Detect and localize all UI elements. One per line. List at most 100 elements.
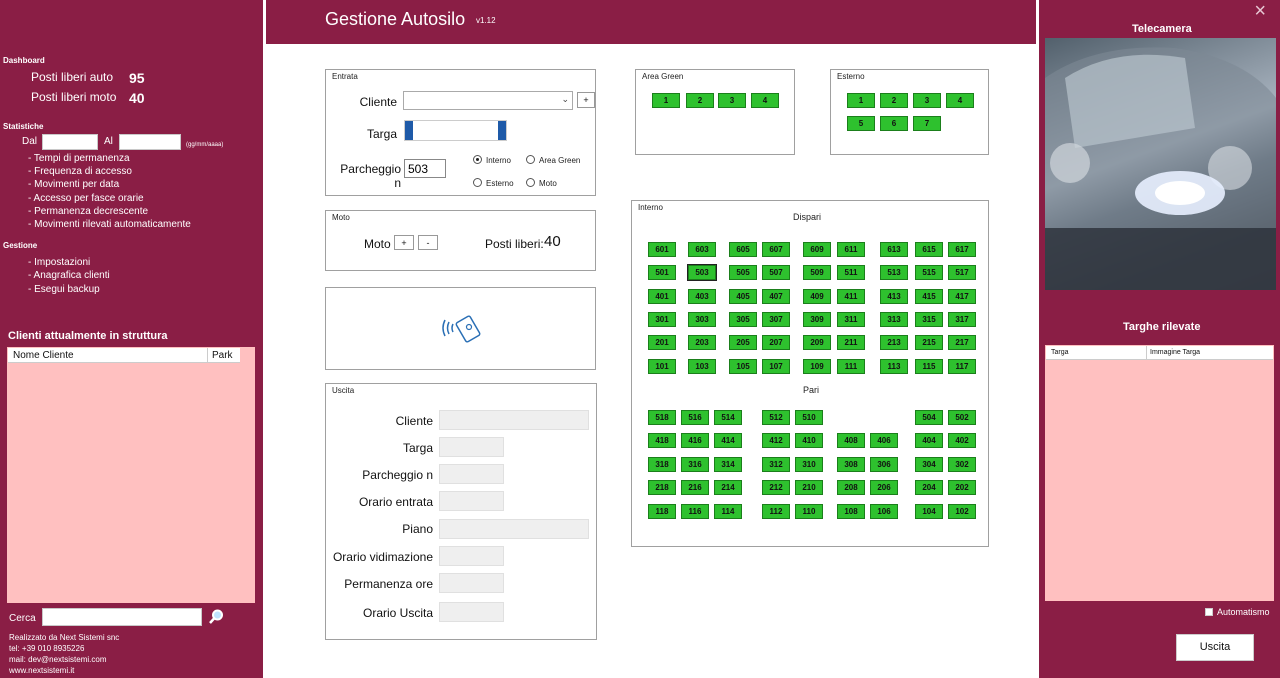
parking-spot[interactable]: 501 xyxy=(648,265,676,280)
esterno-spot[interactable]: 6 xyxy=(880,116,908,131)
area-green-spot[interactable]: 1 xyxy=(652,93,680,108)
parking-spot[interactable]: 301 xyxy=(648,312,676,327)
parking-spot[interactable]: 308 xyxy=(837,457,865,472)
parking-spot[interactable]: 217 xyxy=(948,335,976,350)
uscita-button[interactable]: Uscita xyxy=(1176,634,1254,661)
targa-input[interactable] xyxy=(404,120,507,141)
parking-spot[interactable]: 316 xyxy=(681,457,709,472)
parking-spot[interactable]: 309 xyxy=(803,312,831,327)
esterno-spot[interactable]: 2 xyxy=(880,93,908,108)
parking-spot[interactable]: 410 xyxy=(795,433,823,448)
parking-spot[interactable]: 609 xyxy=(803,242,831,257)
close-icon[interactable]: × xyxy=(1254,0,1266,23)
parking-spot[interactable]: 510 xyxy=(795,410,823,425)
parking-spot[interactable]: 311 xyxy=(837,312,865,327)
radio-area-green[interactable] xyxy=(526,155,535,164)
parking-spot[interactable]: 518 xyxy=(648,410,676,425)
link-movimenti-automatici[interactable]: - Movimenti rilevati automaticamente xyxy=(28,219,191,230)
area-green-spot[interactable]: 2 xyxy=(686,93,714,108)
parking-spot[interactable]: 103 xyxy=(688,359,716,374)
parking-spot[interactable]: 513 xyxy=(880,265,908,280)
date-to-input[interactable] xyxy=(119,134,181,150)
parking-spot[interactable]: 613 xyxy=(880,242,908,257)
targhe-list[interactable]: Targa Immagine Targa xyxy=(1045,345,1274,601)
col-nome-cliente[interactable]: Nome Cliente xyxy=(13,350,74,361)
parking-spot[interactable]: 313 xyxy=(880,312,908,327)
radio-interno[interactable] xyxy=(473,155,482,164)
parking-spot[interactable]: 605 xyxy=(729,242,757,257)
parking-spot[interactable]: 303 xyxy=(688,312,716,327)
automatismo-checkbox[interactable] xyxy=(1205,608,1213,616)
moto-plus-button[interactable]: + xyxy=(394,235,414,250)
parking-spot[interactable]: 418 xyxy=(648,433,676,448)
add-cliente-button[interactable]: + xyxy=(577,92,595,108)
parking-spot[interactable]: 412 xyxy=(762,433,790,448)
parking-spot[interactable]: 117 xyxy=(948,359,976,374)
parking-spot[interactable]: 212 xyxy=(762,480,790,495)
parking-spot[interactable]: 310 xyxy=(795,457,823,472)
parking-spot[interactable]: 617 xyxy=(948,242,976,257)
area-green-spot[interactable]: 3 xyxy=(718,93,746,108)
parking-spot[interactable]: 204 xyxy=(915,480,943,495)
parking-spot[interactable]: 417 xyxy=(948,289,976,304)
parking-spot[interactable]: 404 xyxy=(915,433,943,448)
parking-spot[interactable]: 111 xyxy=(837,359,865,374)
parking-spot[interactable]: 209 xyxy=(803,335,831,350)
parking-spot[interactable]: 101 xyxy=(648,359,676,374)
footer-web[interactable]: www.nextsistemi.it xyxy=(9,666,74,675)
parking-spot[interactable]: 118 xyxy=(648,504,676,519)
parking-spot[interactable]: 415 xyxy=(915,289,943,304)
link-anagrafica-clienti[interactable]: - Anagrafica clienti xyxy=(28,270,110,281)
parking-spot[interactable]: 411 xyxy=(837,289,865,304)
parking-spot[interactable]: 213 xyxy=(880,335,908,350)
radio-esterno[interactable] xyxy=(473,178,482,187)
esterno-spot[interactable]: 7 xyxy=(913,116,941,131)
parking-spot[interactable]: 102 xyxy=(948,504,976,519)
link-fasce-orarie[interactable]: - Accesso per fasce orarie xyxy=(28,193,144,204)
parking-spot[interactable]: 405 xyxy=(729,289,757,304)
col-immagine-targa[interactable]: Immagine Targa xyxy=(1150,349,1200,356)
link-permanenza-decrescente[interactable]: - Permanenza decrescente xyxy=(28,206,148,217)
parking-spot[interactable]: 104 xyxy=(915,504,943,519)
parking-spot[interactable]: 413 xyxy=(880,289,908,304)
parking-spot[interactable]: 312 xyxy=(762,457,790,472)
parking-spot[interactable]: 208 xyxy=(837,480,865,495)
parking-spot[interactable]: 105 xyxy=(729,359,757,374)
parking-spot[interactable]: 503 xyxy=(687,264,717,281)
parking-spot[interactable]: 318 xyxy=(648,457,676,472)
parking-spot[interactable]: 202 xyxy=(948,480,976,495)
link-esegui-backup[interactable]: - Esegui backup xyxy=(28,284,100,295)
card-reader-box[interactable] xyxy=(325,287,596,370)
date-from-input[interactable] xyxy=(42,134,98,150)
parking-spot[interactable]: 505 xyxy=(729,265,757,280)
esterno-spot[interactable]: 5 xyxy=(847,116,875,131)
link-tempi-permanenza[interactable]: - Tempi di permanenza xyxy=(28,153,130,164)
esterno-spot[interactable]: 1 xyxy=(847,93,875,108)
parking-spot[interactable]: 507 xyxy=(762,265,790,280)
parking-spot[interactable]: 514 xyxy=(714,410,742,425)
parking-spot[interactable]: 302 xyxy=(948,457,976,472)
parking-spot[interactable]: 307 xyxy=(762,312,790,327)
parking-spot[interactable]: 214 xyxy=(714,480,742,495)
area-green-spot[interactable]: 4 xyxy=(751,93,779,108)
parking-spot[interactable]: 218 xyxy=(648,480,676,495)
parking-spot[interactable]: 408 xyxy=(837,433,865,448)
parking-spot[interactable]: 414 xyxy=(714,433,742,448)
parking-spot[interactable]: 207 xyxy=(762,335,790,350)
parking-spot[interactable]: 205 xyxy=(729,335,757,350)
parking-spot[interactable]: 402 xyxy=(948,433,976,448)
parking-spot[interactable]: 116 xyxy=(681,504,709,519)
parking-spot[interactable]: 203 xyxy=(688,335,716,350)
parking-spot[interactable]: 109 xyxy=(803,359,831,374)
esterno-spot[interactable]: 4 xyxy=(946,93,974,108)
esterno-spot[interactable]: 3 xyxy=(913,93,941,108)
radio-moto[interactable] xyxy=(526,178,535,187)
parking-spot[interactable]: 114 xyxy=(714,504,742,519)
parking-spot[interactable]: 115 xyxy=(915,359,943,374)
parking-spot[interactable]: 512 xyxy=(762,410,790,425)
parking-spot[interactable]: 112 xyxy=(762,504,790,519)
parking-spot[interactable]: 407 xyxy=(762,289,790,304)
parking-spot[interactable]: 409 xyxy=(803,289,831,304)
parking-spot[interactable]: 107 xyxy=(762,359,790,374)
parking-spot[interactable]: 306 xyxy=(870,457,898,472)
